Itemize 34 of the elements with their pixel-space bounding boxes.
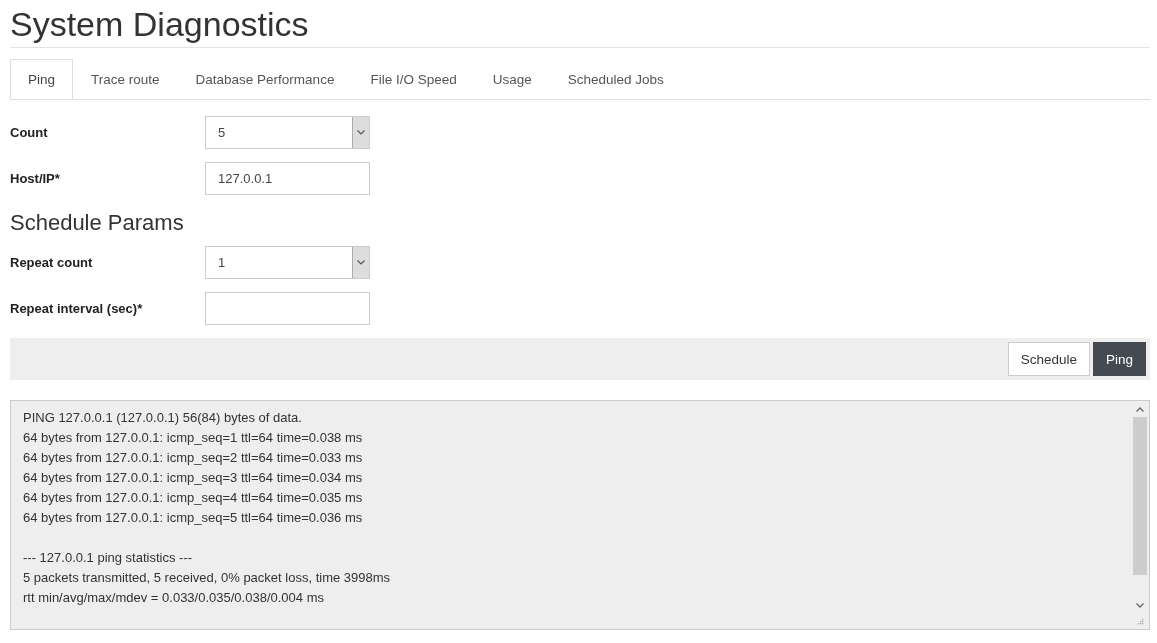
output-line: 64 bytes from 127.0.0.1: icmp_seq=1 ttl=64 time=0.038 ms bbox=[23, 429, 363, 447]
output-line: 5 packets transmitted, 5 received, 0% packet loss, time 3998ms bbox=[23, 569, 391, 587]
field-label: Repeat interval (sec)* bbox=[10, 301, 144, 316]
tab[interactable]: File I/O Speed bbox=[352, 59, 475, 99]
section-heading: Schedule Params bbox=[10, 210, 184, 235]
input-field[interactable]: 127.0.0.1 bbox=[205, 162, 370, 195]
field-label: Repeat count bbox=[10, 255, 94, 270]
output-textarea[interactable] bbox=[10, 400, 1150, 630]
ping-button[interactable]: Ping bbox=[1092, 342, 1146, 376]
output-line: rtt min/avg/max/mdev = 0.033/0.035/0.038/0.004 ms bbox=[23, 589, 324, 607]
chevron-up-icon[interactable] bbox=[1136, 406, 1144, 412]
output-line: 64 bytes from 127.0.0.1: icmp_seq=4 ttl=64 time=0.035 ms bbox=[23, 489, 363, 507]
tab[interactable]: Usage bbox=[474, 59, 550, 99]
input-field[interactable] bbox=[205, 292, 370, 325]
output-line: 64 bytes from 127.0.0.1: icmp_seq=2 ttl=64 time=0.033 ms bbox=[23, 449, 363, 467]
dropdown[interactable]: 5 bbox=[205, 116, 370, 149]
output-line: --- 127.0.0.1 ping statistics --- bbox=[23, 549, 193, 567]
field-label: Host/IP* bbox=[10, 171, 61, 186]
tab[interactable]: Scheduled Jobs bbox=[549, 59, 682, 99]
page-title: System Diagnostics bbox=[10, 4, 309, 44]
output-line: 64 bytes from 127.0.0.1: icmp_seq=5 ttl=64 time=0.036 ms bbox=[23, 509, 363, 527]
chevron-down-icon bbox=[357, 260, 365, 265]
chevron-down-icon[interactable] bbox=[1136, 602, 1144, 608]
field-label: Count bbox=[10, 125, 49, 140]
chevron-down-icon bbox=[357, 130, 365, 135]
resize-grip-icon[interactable] bbox=[1136, 617, 1144, 625]
tab[interactable]: Ping bbox=[10, 59, 74, 99]
scrollbar-thumb[interactable] bbox=[1133, 417, 1147, 575]
tab[interactable]: Database Performance bbox=[177, 59, 353, 99]
tab[interactable]: Trace route bbox=[73, 59, 178, 99]
schedule-button[interactable]: Schedule bbox=[1007, 342, 1090, 376]
output-line: 64 bytes from 127.0.0.1: icmp_seq=3 ttl=64 time=0.034 ms bbox=[23, 469, 363, 487]
dropdown[interactable]: 1 bbox=[205, 246, 370, 279]
output-line: PING 127.0.0.1 (127.0.0.1) 56(84) bytes of data. bbox=[23, 409, 302, 427]
